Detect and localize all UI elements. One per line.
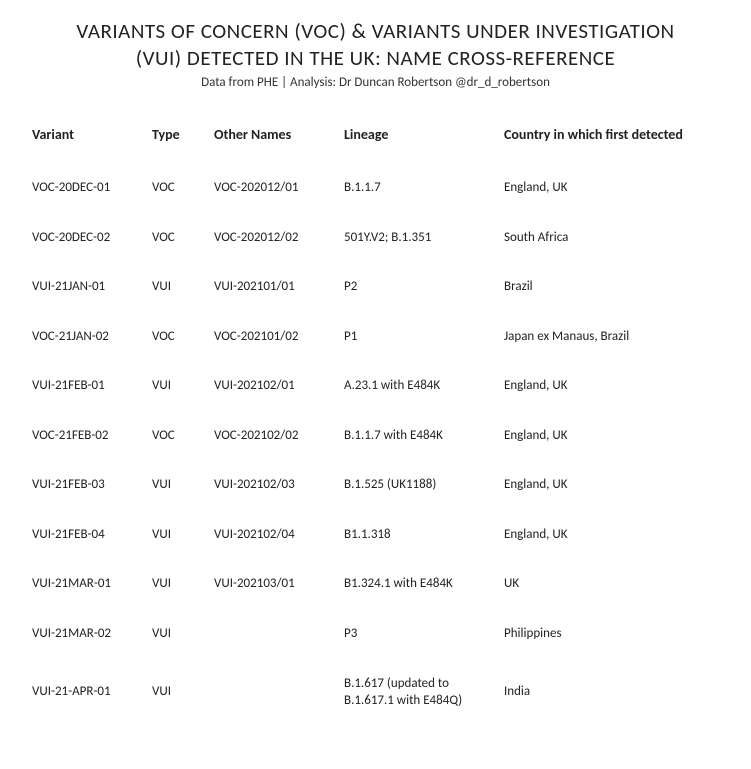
cell-other-names: VUI-202102/03 [210,460,340,510]
cell-lineage: P3 [340,609,500,659]
cell-other-names: VUI-202102/04 [210,510,340,560]
col-header-country: Country in which first detected [500,120,723,164]
cell-lineage: B.1.525 (UK1188) [340,460,500,510]
col-header-type: Type [148,120,210,164]
table-row: VUI-21FEB-03VUIVUI-202102/03B.1.525 (UK1… [28,460,723,510]
cell-lineage: B.1.1.7 with E484K [340,411,500,461]
table-row: VUI-21FEB-04VUIVUI-202102/04B1.1.318Engl… [28,510,723,560]
table-row: VUI-21MAR-01VUIVUI-202103/01B1.324.1 wit… [28,559,723,609]
table-row: VUI-21-APR-01VUI B.1.617 (updated to B.1.… [28,659,723,726]
cell-variant: VOC-21FEB-02 [28,411,148,461]
cell-variant: VUI-21JAN-01 [28,262,148,312]
cell-lineage: P1 [340,312,500,362]
cell-variant: VUI-21FEB-03 [28,460,148,510]
cell-lineage: B.1.617 (updated to B.1.617.1 with E484Q… [340,659,500,726]
cell-lineage: B.1.1.7 [340,163,500,213]
cell-lineage: B1.324.1 with E484K [340,559,500,609]
cell-other-names: VOC-202102/02 [210,411,340,461]
cell-type: VUI [148,262,210,312]
cell-lineage: B1.1.318 [340,510,500,560]
table-header-row: Variant Type Other Names Lineage Country… [28,120,723,164]
cell-lineage: A.23.1 with E484K [340,361,500,411]
table-row: VOC-21JAN-02VOCVOC-202101/02P1Japan ex M… [28,312,723,362]
cell-variant: VUI-21MAR-01 [28,559,148,609]
table-row: VOC-21FEB-02VOCVOC-202102/02B.1.1.7 with… [28,411,723,461]
col-header-lineage: Lineage [340,120,500,164]
cell-variant: VOC-21JAN-02 [28,312,148,362]
cell-country: England, UK [500,411,723,461]
cell-country: India [500,659,723,726]
cell-other-names: VOC-202012/02 [210,213,340,263]
col-header-other-names: Other Names [210,120,340,164]
table-row: VOC-20DEC-02VOCVOC-202012/02501Y.V2; B.1… [28,213,723,263]
cell-country: England, UK [500,361,723,411]
cell-lineage: 501Y.V2; B.1.351 [340,213,500,263]
cell-other-names: VUI-202103/01 [210,559,340,609]
table-body: VOC-20DEC-01VOCVOC-202012/01B.1.1.7Engla… [28,163,723,726]
cell-country: Brazil [500,262,723,312]
cell-variant: VUI-21FEB-04 [28,510,148,560]
table-row: VOC-20DEC-01VOCVOC-202012/01B.1.1.7Engla… [28,163,723,213]
cell-type: VUI [148,659,210,726]
cell-lineage: P2 [340,262,500,312]
col-header-variant: Variant [28,120,148,164]
cell-country: England, UK [500,510,723,560]
cell-variant: VUI-21-APR-01 [28,659,148,726]
cell-other-names: VOC-202101/02 [210,312,340,362]
page-subtitle: Data from PHE | Analysis: Dr Duncan Robe… [28,75,723,90]
cell-type: VUI [148,609,210,659]
cell-type: VOC [148,411,210,461]
cell-type: VUI [148,361,210,411]
cell-other-names [210,659,340,726]
cell-other-names: VOC-202012/01 [210,163,340,213]
cell-other-names: VUI-202101/01 [210,262,340,312]
cell-other-names [210,609,340,659]
cell-country: England, UK [500,460,723,510]
cell-country: Philippines [500,609,723,659]
cell-type: VOC [148,312,210,362]
table-row: VUI-21FEB-01VUIVUI-202102/01A.23.1 with … [28,361,723,411]
table-row: VUI-21JAN-01VUIVUI-202101/01P2Brazil [28,262,723,312]
cell-variant: VOC-20DEC-01 [28,163,148,213]
cell-country: Japan ex Manaus, Brazil [500,312,723,362]
cell-type: VUI [148,510,210,560]
variants-table: Variant Type Other Names Lineage Country… [28,120,723,726]
cell-type: VOC [148,213,210,263]
cell-other-names: VUI-202102/01 [210,361,340,411]
cell-country: South Africa [500,213,723,263]
cell-type: VUI [148,460,210,510]
cell-variant: VUI-21MAR-02 [28,609,148,659]
table-row: VUI-21MAR-02VUI P3Philippines [28,609,723,659]
title-line-2: (VUI) DETECTED IN THE UK: NAME CROSS-REF… [136,45,616,71]
page-title: VARIANTS OF CONCERN (VOC) & VARIANTS UND… [28,18,723,73]
cell-country: England, UK [500,163,723,213]
title-line-1: VARIANTS OF CONCERN (VOC) & VARIANTS UND… [76,18,674,44]
cell-variant: VUI-21FEB-01 [28,361,148,411]
cell-variant: VOC-20DEC-02 [28,213,148,263]
cell-type: VOC [148,163,210,213]
cell-type: VUI [148,559,210,609]
cell-country: UK [500,559,723,609]
